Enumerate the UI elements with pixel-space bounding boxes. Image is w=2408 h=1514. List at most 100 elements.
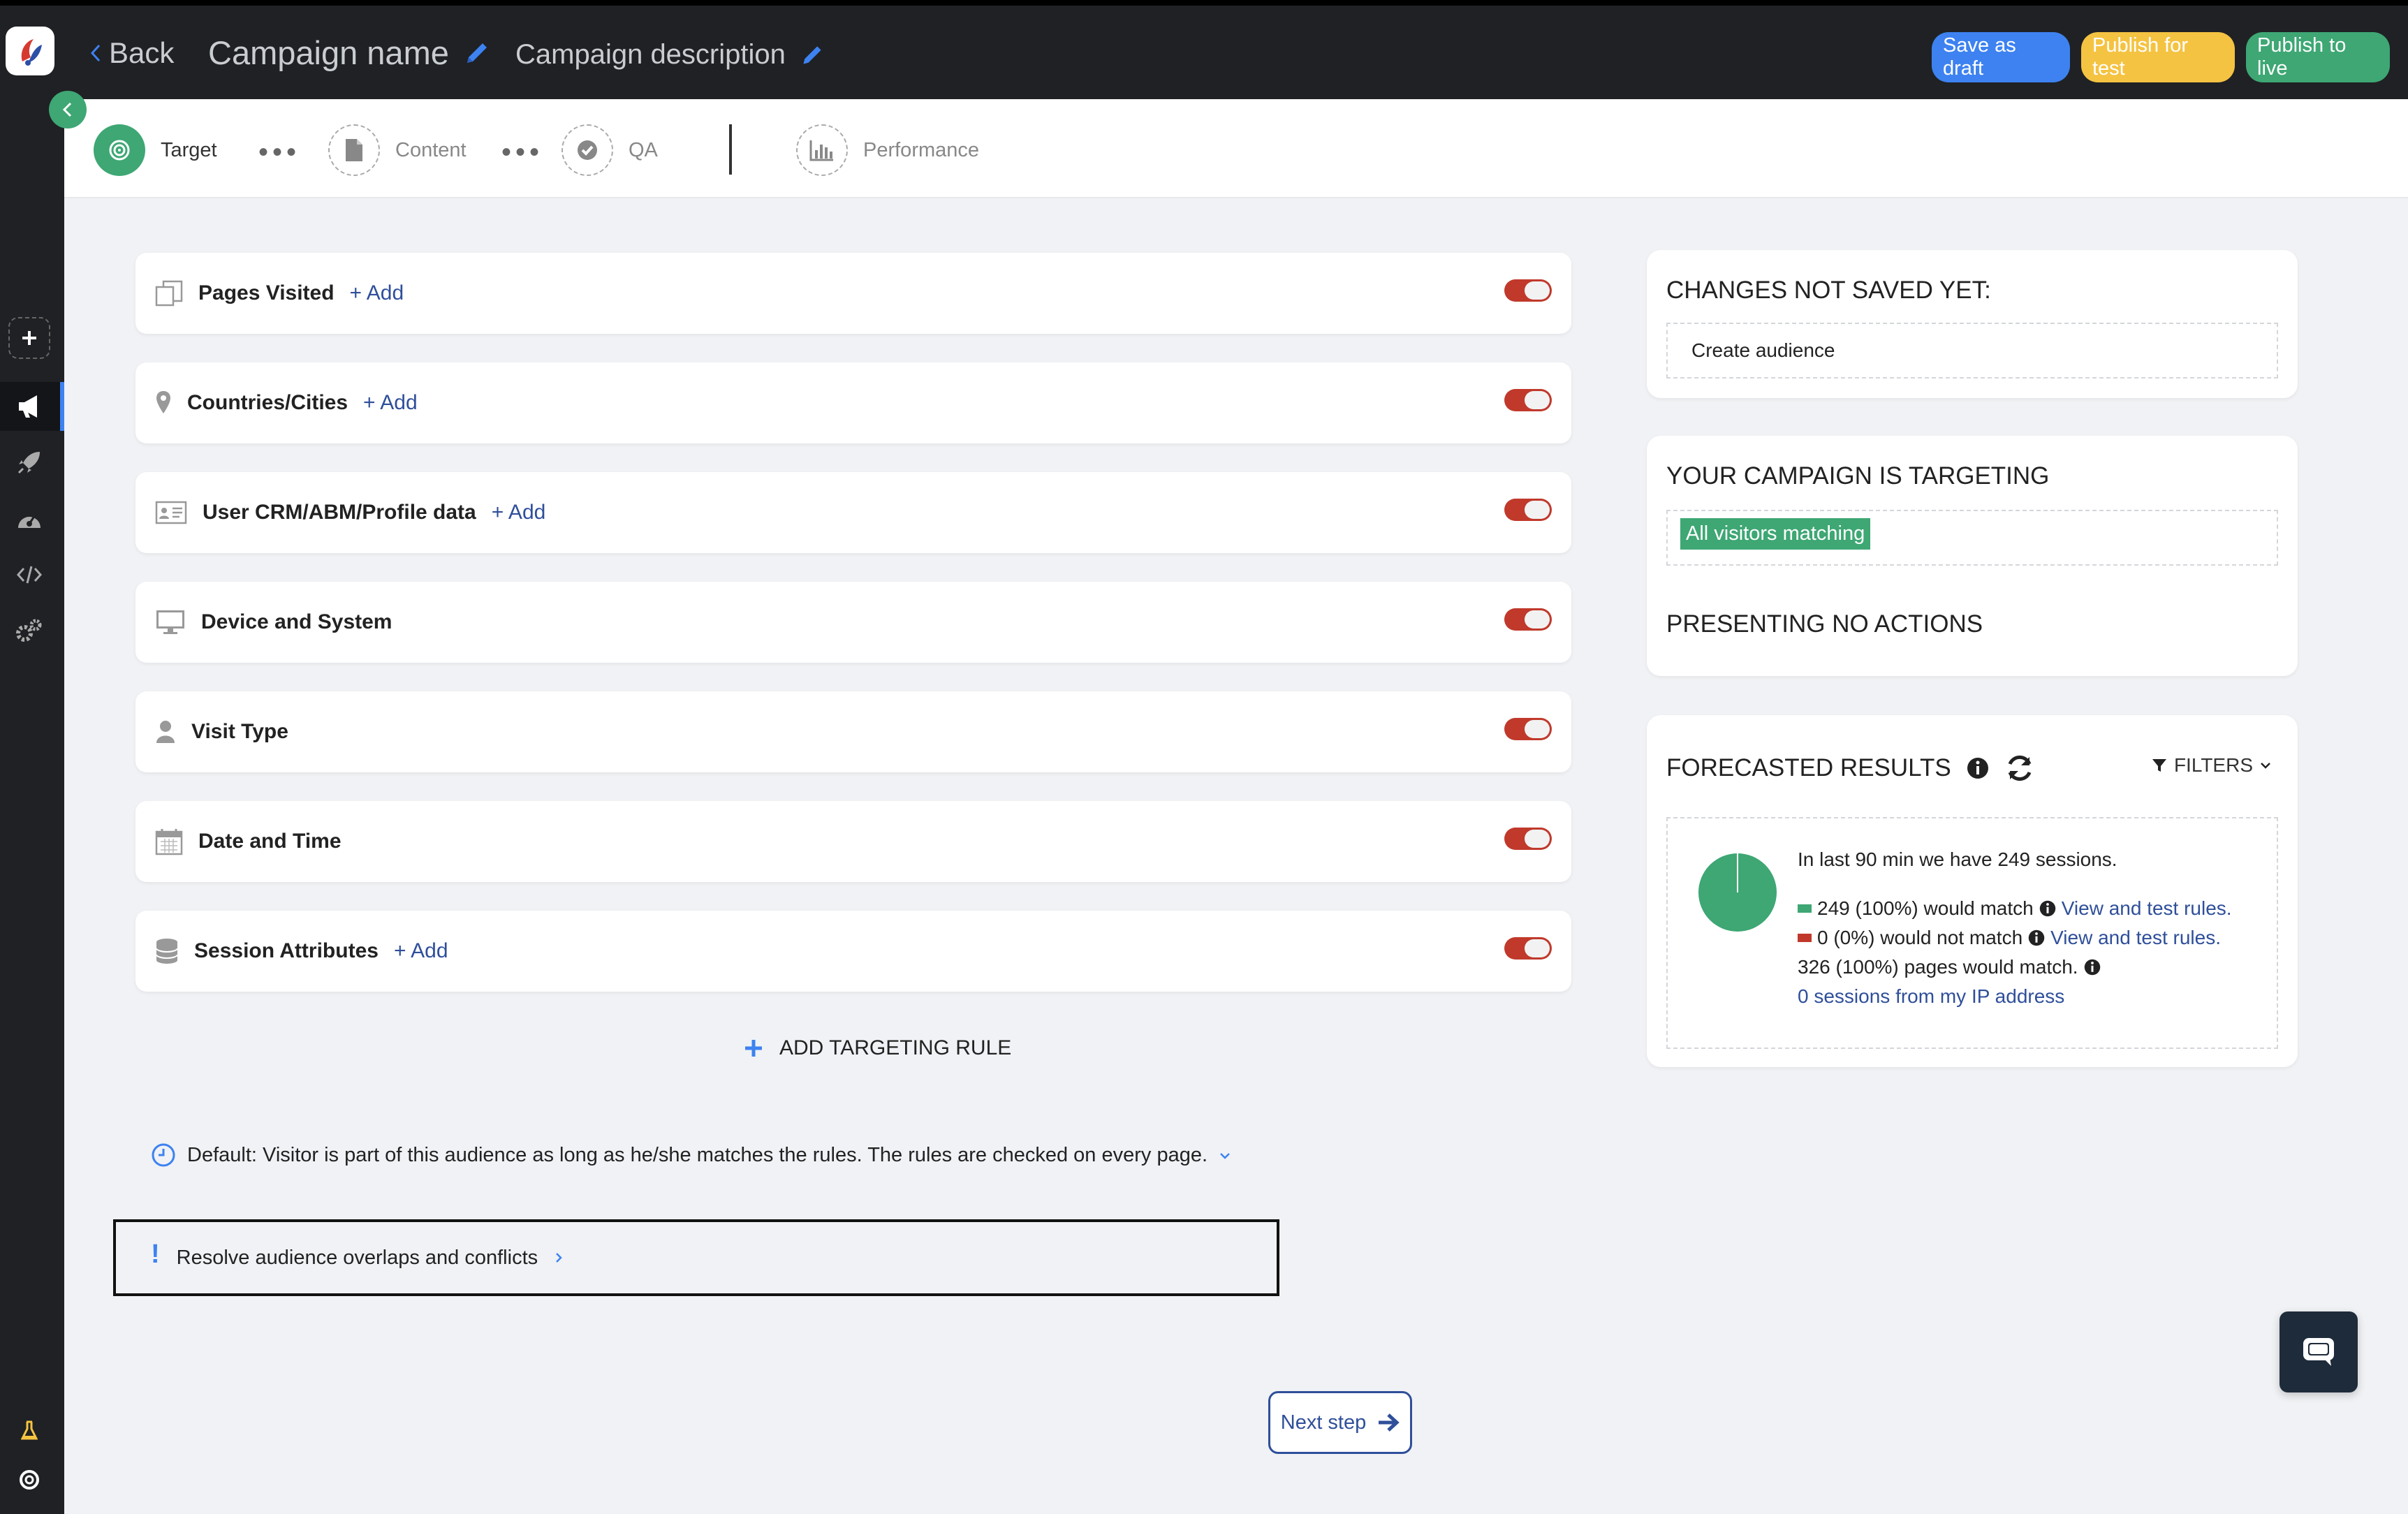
info-icon[interactable] xyxy=(2039,900,2056,917)
step-label: QA xyxy=(629,138,658,161)
step-label: Target xyxy=(161,138,217,161)
calendar-icon xyxy=(155,828,183,855)
campaign-description[interactable]: Campaign description xyxy=(515,39,825,71)
step-divider xyxy=(729,124,732,175)
id-card-icon xyxy=(155,501,187,524)
arrow-right-icon xyxy=(1379,1413,1400,1432)
add-rule-link[interactable]: + Add xyxy=(394,939,448,963)
add-rule-link[interactable]: + Add xyxy=(350,281,404,305)
add-rule-link[interactable]: + Add xyxy=(363,391,418,415)
default-note-text: Default: Visitor is part of this audienc… xyxy=(187,1143,1208,1166)
pencil-icon[interactable] xyxy=(463,39,491,67)
info-icon[interactable] xyxy=(2028,929,2045,946)
document-icon xyxy=(328,124,380,176)
step-performance[interactable]: Performance xyxy=(796,124,979,176)
check-circle-icon xyxy=(561,124,613,176)
sessions-summary: In last 90 min we have 249 sessions. xyxy=(1798,848,2117,870)
forecast-box: In last 90 min we have 249 sessions. 249… xyxy=(1666,817,2278,1049)
step-separator: ••• xyxy=(258,137,301,168)
app-logo[interactable] xyxy=(6,27,54,75)
pages-line: 326 (100%) pages would match. xyxy=(1798,953,2232,982)
user-icon xyxy=(155,719,176,744)
next-step-button[interactable]: Next step xyxy=(1268,1391,1412,1454)
add-icon[interactable] xyxy=(8,317,50,359)
step-content[interactable]: Content xyxy=(328,124,467,176)
forecast-lines: In last 90 min we have 249 sessions. 249… xyxy=(1798,845,2232,1011)
code-icon[interactable] xyxy=(0,550,59,599)
rocket-icon[interactable] xyxy=(0,438,59,487)
rule-pages-visited: Pages Visited + Add xyxy=(135,253,1571,334)
filters-label: FILTERS xyxy=(2173,754,2253,776)
step-qa[interactable]: QA xyxy=(561,124,658,176)
sidebar xyxy=(0,99,64,1514)
info-icon[interactable] xyxy=(2084,959,2101,976)
back-button[interactable]: Back xyxy=(89,36,174,70)
view-rules-link[interactable]: View and test rules. xyxy=(2050,923,2221,953)
campaigns-icon[interactable] xyxy=(0,382,64,431)
rule-countries-cities: Countries/Cities + Add xyxy=(135,362,1571,443)
rule-toggle[interactable] xyxy=(1504,828,1552,850)
rule-toggle[interactable] xyxy=(1504,718,1552,740)
top-bar: Back Campaign name Campaign description … xyxy=(0,0,2408,99)
rule-label: Device and System xyxy=(201,610,392,633)
rule-visit-type: Visit Type xyxy=(135,691,1571,772)
targeting-panel: YOUR CAMPAIGN IS TARGETING All visitors … xyxy=(1647,436,2298,676)
no-match-text: 0 (0%) would not match xyxy=(1817,927,2023,948)
steps-bar: Target ••• Content ••• QA Performance xyxy=(64,99,2408,198)
settings-icon[interactable] xyxy=(0,606,59,655)
rule-toggle[interactable] xyxy=(1504,937,1552,960)
rule-toggle[interactable] xyxy=(1504,608,1552,631)
rule-label: Pages Visited xyxy=(198,281,335,304)
match-text: 249 (100%) would match xyxy=(1817,897,2034,919)
rule-label: Visit Type xyxy=(191,720,288,743)
collapse-sidebar-button[interactable] xyxy=(49,91,87,128)
save-draft-button[interactable]: Save as draft xyxy=(1932,32,2070,82)
bar-chart-icon xyxy=(796,124,848,176)
map-pin-icon xyxy=(155,390,172,416)
refresh-icon[interactable] xyxy=(2004,754,2035,782)
database-icon xyxy=(155,937,179,965)
match-line: 249 (100%) would match View and test rul… xyxy=(1798,894,2232,923)
resolve-overlaps-button[interactable]: ! Resolve audience overlaps and conflict… xyxy=(113,1219,1279,1296)
chevron-right-icon xyxy=(556,1253,562,1263)
add-rule-link[interactable]: + Add xyxy=(492,501,546,524)
rule-date-time: Date and Time xyxy=(135,801,1571,882)
rule-toggle[interactable] xyxy=(1504,279,1552,302)
audience-tag[interactable]: All visitors matching xyxy=(1680,518,1871,550)
filters-dropdown[interactable]: FILTERS xyxy=(2152,754,2271,777)
info-icon[interactable] xyxy=(1967,757,1989,779)
resolve-label: Resolve audience overlaps and conflicts xyxy=(176,1246,538,1269)
rule-toggle[interactable] xyxy=(1504,499,1552,521)
changes-item: Create audience xyxy=(1666,323,2278,378)
ip-sessions-link[interactable]: 0 sessions from my IP address xyxy=(1798,982,2064,1011)
help-lifebuoy-icon[interactable] xyxy=(0,1455,59,1504)
logo-icon xyxy=(21,39,42,66)
rule-toggle[interactable] xyxy=(1504,389,1552,411)
add-targeting-rule-button[interactable]: ADD TARGETING RULE xyxy=(743,1036,1011,1060)
changes-panel: CHANGES NOT SAVED YET: Create audience xyxy=(1647,250,2298,398)
campaign-name[interactable]: Campaign name xyxy=(208,34,491,72)
chat-icon xyxy=(2303,1338,2334,1366)
target-icon xyxy=(94,124,145,176)
publish-test-button[interactable]: Publish for test xyxy=(2081,32,2235,82)
chat-button[interactable] xyxy=(2279,1311,2358,1392)
step-target[interactable]: Target xyxy=(94,124,217,176)
plus-icon xyxy=(745,1040,762,1057)
forecast-title: FORECASTED RESULTS xyxy=(1666,754,1951,781)
no-match-line: 0 (0%) would not match View and test rul… xyxy=(1798,923,2232,953)
pencil-icon[interactable] xyxy=(800,43,825,68)
view-rules-link[interactable]: View and test rules. xyxy=(2062,894,2232,923)
lab-flask-icon[interactable] xyxy=(0,1406,59,1455)
ip-line: 0 sessions from my IP address xyxy=(1798,982,2232,1011)
rule-label: Date and Time xyxy=(198,830,342,853)
chevron-down-icon xyxy=(2261,763,2270,769)
match-pie-chart xyxy=(1698,853,1777,932)
monitor-icon xyxy=(155,609,186,635)
chevron-down-icon[interactable] xyxy=(1219,1146,1231,1164)
step-label: Performance xyxy=(863,138,980,161)
publish-live-button[interactable]: Publish to live xyxy=(2246,32,2390,82)
dashboard-icon[interactable] xyxy=(0,494,59,543)
targeting-title: YOUR CAMPAIGN IS TARGETING xyxy=(1666,462,2050,490)
targeting-box: All visitors matching xyxy=(1666,510,2278,566)
filter-icon xyxy=(2152,759,2166,772)
